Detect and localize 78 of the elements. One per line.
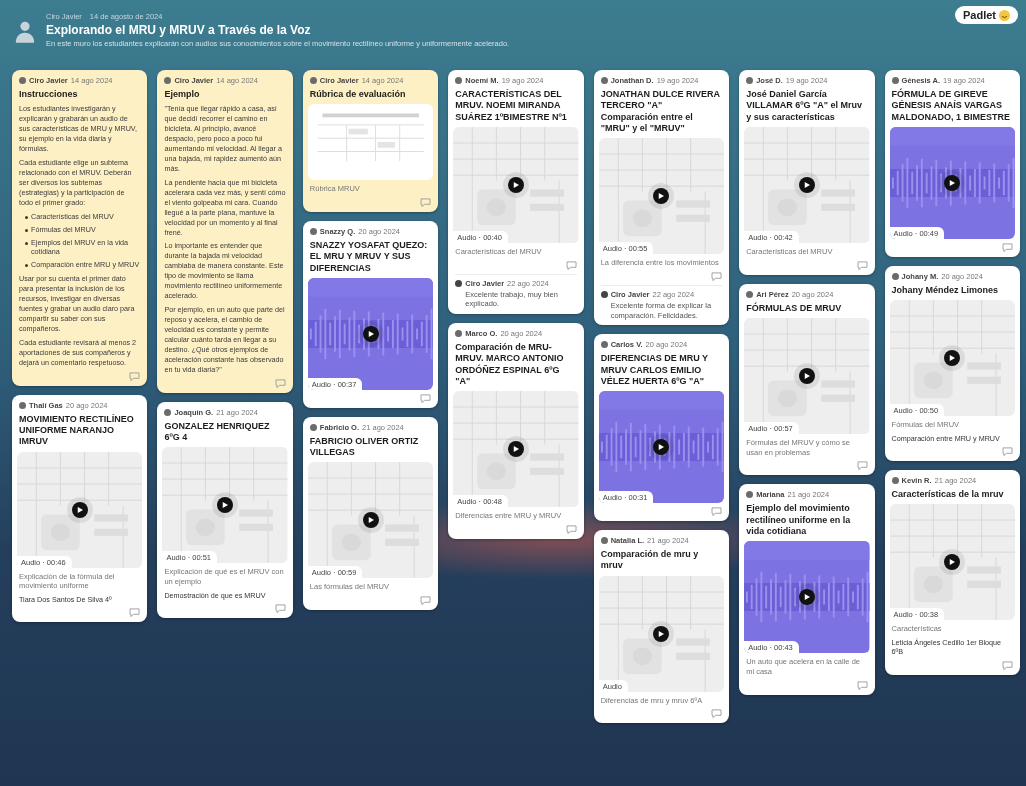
play-button[interactable] bbox=[217, 497, 234, 514]
play-button[interactable] bbox=[798, 176, 815, 193]
post-card[interactable] bbox=[12, 70, 148, 386]
padlet-logo-button[interactable]: Padlet bbox=[955, 6, 1018, 24]
play-icon bbox=[658, 193, 665, 199]
play-button[interactable] bbox=[508, 441, 524, 457]
bullet-icon bbox=[25, 264, 28, 268]
play-button[interactable] bbox=[653, 188, 670, 204]
play-icon bbox=[367, 517, 374, 524]
avatar-icon bbox=[891, 77, 899, 84]
avatar-icon bbox=[455, 330, 463, 337]
play-icon bbox=[658, 444, 665, 450]
post-card[interactable] bbox=[593, 70, 730, 326]
play-button[interactable] bbox=[653, 625, 670, 642]
post-title: Johany Méndez Limones bbox=[891, 284, 1000, 296]
post-title: Características de la mruv bbox=[891, 489, 1005, 501]
post-title: CARACTERÍSTICAS DEL MRUV. NOEMI MIRANDA SUÁREZ 1ºBIMESTRE Nº1 bbox=[455, 89, 568, 123]
post-title: MOVIMIENTO RECTILÍNEO UNIFORME NARANJO IMRUV bbox=[19, 413, 135, 448]
avatar-icon bbox=[164, 77, 172, 84]
avatar-icon bbox=[455, 77, 463, 84]
avatar-icon bbox=[19, 401, 26, 409]
bullet-icon bbox=[25, 215, 28, 219]
avatar-icon bbox=[746, 290, 754, 298]
post-title: Ejemplo del movimiento rectilíneo uniforme en la vida cotidiana bbox=[746, 503, 852, 537]
post-title: SNAZZY YOSAFAT QUEZO: EL MRU Y MRUV Y SUS DIFERENCIAS bbox=[309, 240, 429, 274]
play-button[interactable] bbox=[362, 325, 379, 342]
bullet-icon bbox=[25, 228, 28, 232]
play-button[interactable] bbox=[71, 501, 88, 518]
avatar-icon bbox=[455, 279, 463, 287]
avatar-icon bbox=[309, 423, 317, 431]
play-icon bbox=[803, 372, 810, 379]
play-icon bbox=[222, 502, 229, 509]
play-button[interactable] bbox=[508, 176, 524, 193]
board-title: Explorando el MRU y MRUV a Través de la Voz bbox=[46, 23, 312, 37]
play-icon bbox=[949, 179, 956, 186]
play-button[interactable] bbox=[944, 174, 961, 191]
play-button[interactable] bbox=[362, 512, 379, 529]
play-button[interactable] bbox=[944, 350, 961, 366]
avatar-icon bbox=[600, 290, 608, 298]
avatar-icon bbox=[309, 228, 317, 235]
post-title: Rúbrica de evaluación bbox=[309, 89, 407, 101]
post-title: GONZALEZ HENRIQUEZ 6ºG 4 bbox=[164, 420, 271, 444]
post-title: DIFERENCIAS DE MRU Y MRUV CARLOS EMILIO VÉLEZ HUERTA 6ºG "A" bbox=[600, 353, 709, 387]
post-title: José Daniel García VILLAMAR 6ºG "A" el Mruv y sus características bbox=[746, 89, 863, 123]
avatar-icon bbox=[164, 408, 172, 416]
avatar-icon bbox=[746, 77, 754, 84]
bullet-icon bbox=[25, 241, 28, 245]
play-icon bbox=[803, 181, 810, 188]
avatar-icon bbox=[600, 537, 608, 544]
post-title: Ejemplo bbox=[164, 89, 201, 101]
play-icon bbox=[658, 630, 665, 637]
post-title: JONATHAN DULCE RIVERA TERCERO "A" Comparación entre el "MRU" y el "MRUV" bbox=[600, 89, 721, 134]
smile-icon bbox=[999, 9, 1010, 21]
post-card[interactable] bbox=[157, 70, 293, 393]
avatar-icon bbox=[891, 477, 899, 485]
play-button[interactable] bbox=[944, 554, 961, 571]
play-button[interactable] bbox=[798, 589, 815, 605]
post-title: Comparación de mru y mruv bbox=[600, 549, 700, 572]
post-title: FABRICIO OLIVER ORTIZ VILLEGAS bbox=[309, 435, 420, 459]
play-button[interactable] bbox=[653, 439, 670, 455]
play-icon bbox=[949, 559, 956, 566]
play-icon bbox=[513, 446, 519, 452]
avatar-icon bbox=[309, 77, 317, 84]
avatar-icon bbox=[891, 272, 899, 280]
play-icon bbox=[949, 355, 956, 361]
avatar-icon bbox=[600, 341, 608, 349]
post-title: Instrucciones bbox=[19, 89, 79, 101]
avatar-icon bbox=[746, 491, 754, 499]
play-button[interactable] bbox=[798, 367, 815, 384]
play-icon bbox=[803, 594, 810, 600]
post-title: Comparación de MRU-MRUV. MARCO ANTONIO ORDÓÑEZ ESPINAL 6ºG "A" bbox=[455, 342, 565, 387]
post-title: FÓRMULAS DE MRUV bbox=[746, 302, 843, 314]
post-title: FÓRMULA DE GIREVE GÉNESIS ANAÍS VARGAS MALDONADO, 1 BIMESTRE bbox=[891, 89, 1012, 123]
play-icon bbox=[367, 330, 374, 337]
avatar-icon bbox=[19, 77, 26, 84]
play-icon bbox=[513, 181, 519, 188]
play-icon bbox=[76, 506, 83, 513]
avatar-icon bbox=[600, 77, 608, 84]
